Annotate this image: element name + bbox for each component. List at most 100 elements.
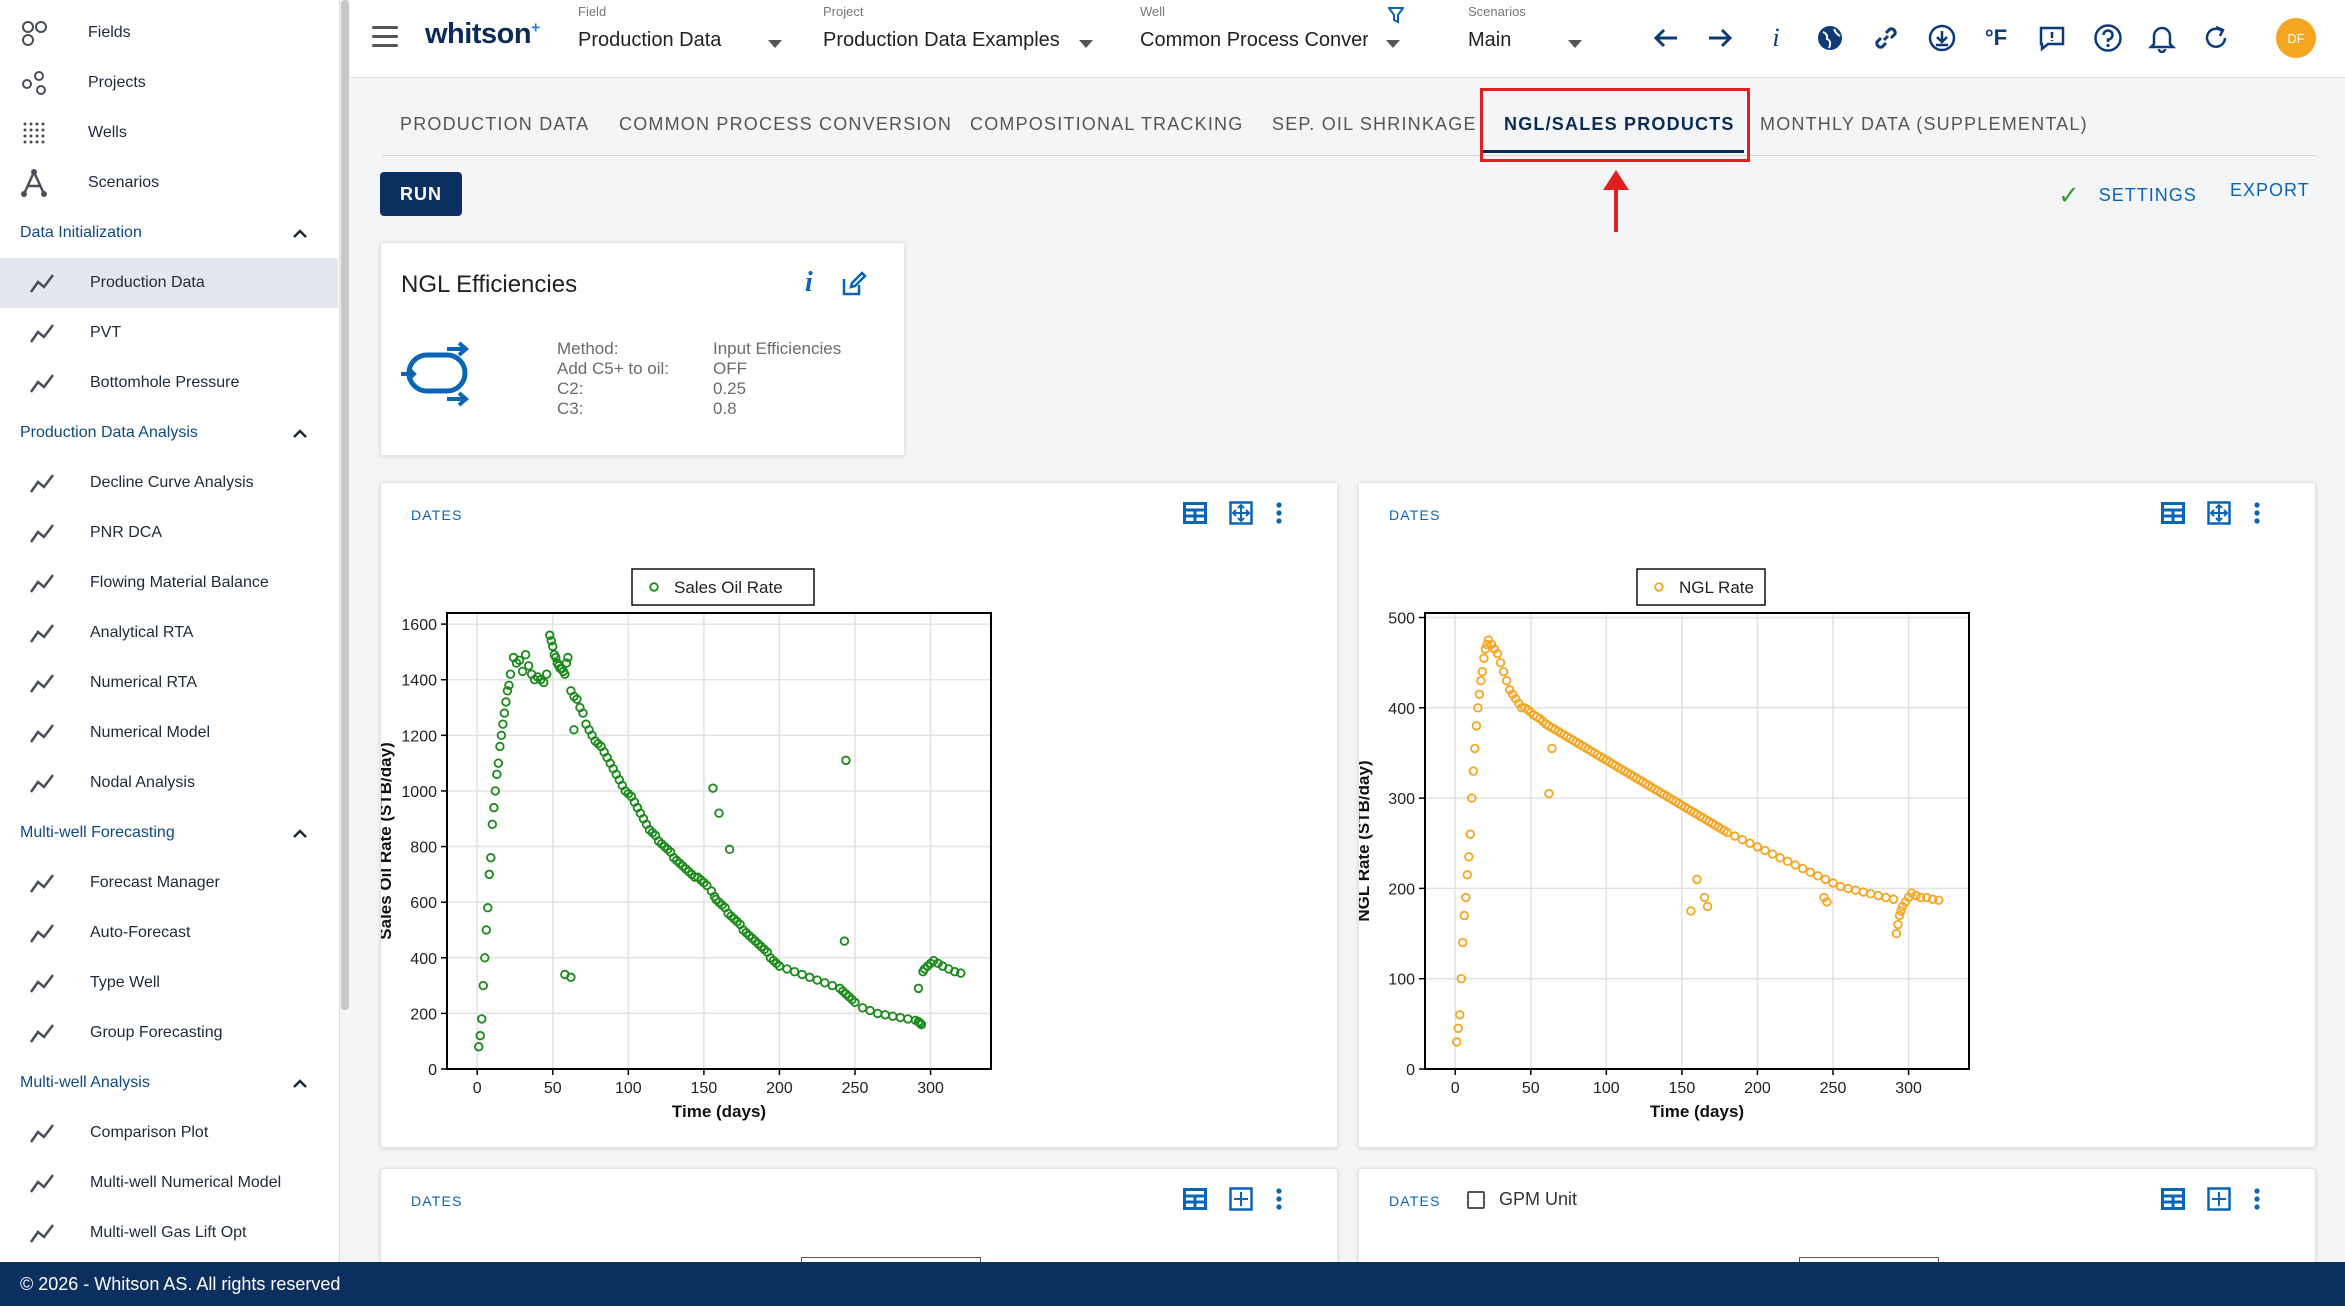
data-point[interactable] [1479, 653, 1489, 663]
data-point[interactable] [1455, 1010, 1465, 1020]
data-point[interactable] [782, 964, 792, 974]
tab-monthly-data[interactable]: MONTHLY DATA (SUPPLEMENTAL) [1760, 114, 2088, 135]
data-point[interactable] [499, 708, 510, 718]
sidebar-item-production-data[interactable]: Production Data [0, 258, 338, 308]
data-point[interactable] [1850, 885, 1861, 895]
data-point[interactable] [495, 741, 505, 752]
data-point[interactable] [1699, 892, 1710, 903]
data-point[interactable] [820, 978, 830, 988]
expand-icon[interactable] [1229, 1187, 1253, 1211]
data-point[interactable] [1547, 743, 1557, 754]
data-point[interactable] [493, 758, 504, 768]
sidebar-section-production-data-analysis[interactable]: Production Data Analysis [0, 408, 338, 458]
data-point[interactable] [1686, 906, 1696, 916]
notifications-icon[interactable] [2144, 20, 2180, 56]
sidebar-item-multi-well-numerical-model[interactable]: Multi-well Numerical Model [0, 1158, 338, 1208]
sidebar-item-numerical-rta[interactable]: Numerical RTA [0, 658, 338, 708]
download-icon[interactable] [1924, 20, 1960, 56]
forward-arrow-icon[interactable] [1702, 20, 1738, 56]
filter-icon[interactable] [1388, 6, 1404, 24]
data-point[interactable] [505, 669, 516, 679]
data-point[interactable] [1474, 689, 1485, 699]
link-icon[interactable] [1868, 20, 1904, 56]
edit-icon[interactable] [841, 271, 867, 297]
chevron-up-icon[interactable] [292, 228, 308, 238]
sidebar-item-bottomhole-pressure[interactable]: Bottomhole Pressure [0, 358, 338, 408]
data-point[interactable] [487, 819, 498, 830]
data-point[interactable] [1458, 937, 1468, 948]
data-point[interactable] [827, 980, 838, 991]
data-point[interactable] [1866, 889, 1876, 899]
data-point[interactable] [1881, 892, 1891, 903]
data-point[interactable] [1737, 834, 1748, 845]
data-point[interactable] [1805, 867, 1816, 877]
data-point[interactable] [1452, 1037, 1462, 1047]
sidebar-item-pnr-dca[interactable]: PNR DCA [0, 508, 338, 558]
sidebar-scrollbar[interactable] [341, 0, 349, 1010]
sidebar-item-auto-forecast[interactable]: Auto-Forecast [0, 908, 338, 958]
data-point[interactable] [714, 808, 724, 818]
data-point[interactable] [486, 852, 496, 863]
tab-compositional-tracking[interactable]: COMPOSITIONAL TRACKING [970, 114, 1243, 135]
sidebar-item-pvt[interactable]: PVT [0, 308, 338, 358]
sidebar-item-wells[interactable]: Wells [0, 108, 338, 158]
data-point[interactable] [498, 719, 508, 729]
sidebar-section-data-initialization[interactable]: Data Initialization [0, 208, 338, 258]
data-point[interactable] [489, 802, 499, 813]
table-icon[interactable] [1183, 1188, 1207, 1210]
data-point[interactable] [1544, 788, 1554, 799]
menu-icon[interactable] [372, 26, 398, 50]
data-point[interactable] [1888, 894, 1899, 904]
data-point[interactable] [1702, 901, 1713, 912]
data-point[interactable] [1873, 890, 1884, 901]
gpm-unit-checkbox[interactable]: GPM Unit [1467, 1189, 1577, 1210]
export-button[interactable]: EXPORT [2230, 180, 2310, 201]
data-point[interactable] [1858, 887, 1868, 897]
data-point[interactable] [484, 869, 495, 880]
info-icon[interactable]: i [1758, 20, 1794, 56]
data-point[interactable] [797, 969, 807, 980]
sidebar-item-type-well[interactable]: Type Well [0, 958, 338, 1008]
sidebar-item-flowing-material-balance[interactable]: Flowing Material Balance [0, 558, 338, 608]
sidebar-item-projects[interactable]: Projects [0, 58, 338, 108]
data-point[interactable] [1468, 766, 1479, 776]
sidebar-item-fields[interactable]: Fields [0, 8, 338, 58]
back-arrow-icon[interactable] [1648, 20, 1684, 56]
data-point[interactable] [1464, 852, 1474, 862]
chevron-up-icon[interactable] [292, 1078, 308, 1088]
data-point[interactable] [523, 661, 534, 671]
data-point[interactable] [913, 983, 924, 994]
run-button[interactable]: RUN [380, 172, 462, 216]
data-point[interactable] [1820, 874, 1831, 885]
data-point[interactable] [1470, 743, 1480, 754]
data-point[interactable] [1476, 676, 1486, 686]
data-point[interactable] [481, 925, 491, 935]
tab-common-process-conversion[interactable]: COMMON PROCESS CONVERSION [619, 114, 952, 135]
temperature-unit-icon[interactable]: °F [1978, 20, 2014, 56]
data-point[interactable] [1730, 831, 1740, 841]
avatar[interactable]: DF [2276, 18, 2316, 58]
sidebar-section-multi-well-forecasting[interactable]: Multi-well Forecasting [0, 808, 338, 858]
data-point[interactable] [1459, 910, 1469, 921]
more-options-icon[interactable] [2253, 1187, 2261, 1211]
data-point[interactable] [1835, 881, 1846, 892]
data-point[interactable] [903, 1014, 913, 1024]
data-point[interactable] [1462, 870, 1473, 880]
data-point[interactable] [1775, 853, 1785, 863]
more-options-icon[interactable] [1275, 1187, 1283, 1211]
data-point[interactable] [841, 755, 851, 766]
data-point[interactable] [501, 697, 511, 707]
data-point[interactable] [569, 725, 579, 735]
chevron-up-icon[interactable] [292, 828, 308, 838]
data-point[interactable] [895, 1012, 906, 1023]
sidebar-item-numerical-model[interactable]: Numerical Model [0, 708, 338, 758]
field-selector[interactable]: Field Production Data [578, 4, 782, 70]
data-point[interactable] [839, 936, 850, 946]
sidebar-section-multi-well-analysis[interactable]: Multi-well Analysis [0, 1058, 338, 1108]
data-point[interactable] [789, 966, 800, 977]
refresh-icon[interactable] [2198, 20, 2234, 56]
data-point[interactable] [1498, 666, 1509, 677]
data-point[interactable] [857, 1003, 868, 1013]
scenario-selector[interactable]: Scenarios Main [1468, 4, 1582, 70]
data-point[interactable] [812, 975, 822, 985]
